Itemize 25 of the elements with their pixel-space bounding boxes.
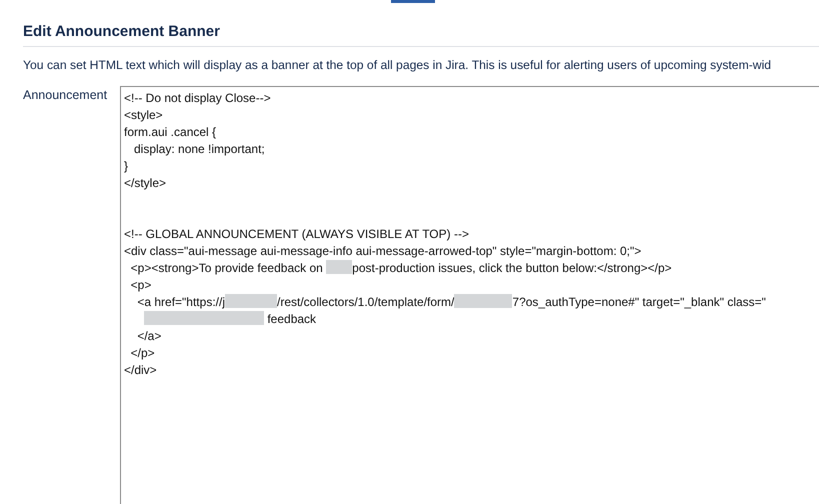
code-text: <style>	[124, 108, 163, 122]
html-editor-field[interactable]	[120, 86, 819, 504]
code-text: display: none !important;	[133, 142, 265, 156]
code-text: feedback	[266, 312, 316, 326]
code-text: <!-- GLOBAL ANNOUNCEMENT (ALWAYS VISIBLE AT TOP) -->	[124, 227, 469, 241]
redacted-block	[224, 294, 277, 308]
code-text: <p>	[130, 278, 152, 292]
description-text: You can set HTML text which will display as a banner at the top of all pages in Jira. This is useful for alerting users of upcoming system-wid	[23, 58, 772, 72]
code-text: form.aui .cancel {	[124, 125, 216, 139]
code-text: </p>	[130, 346, 155, 360]
code-text: }	[124, 159, 128, 173]
code-text: post-production issues, click the button below:</strong></p>	[352, 261, 672, 275]
code-text: </div>	[124, 363, 157, 377]
redacted-block	[454, 294, 512, 308]
page-title: Edit Announcement Banner	[23, 19, 819, 47]
code-text: <!-- Do not display Close-->	[124, 91, 271, 105]
code-text: <a href="https://j	[136, 295, 225, 309]
code-text: </a>	[136, 329, 162, 343]
code-text: <div class="aui-message aui-message-info aui-message-arrowed-top" style="margin-bottom: 0;">	[124, 244, 642, 258]
code-text: </style>	[124, 176, 166, 190]
announcement-label: Announcement	[23, 87, 108, 102]
code-text: <p><strong>To provide feedback on	[130, 261, 324, 275]
code-text: /rest/collectors/1.0/template/form/	[276, 295, 454, 309]
redacted-block	[326, 260, 352, 274]
code-text: 7?os_authType=none#" target="_blank" class="	[512, 295, 766, 309]
